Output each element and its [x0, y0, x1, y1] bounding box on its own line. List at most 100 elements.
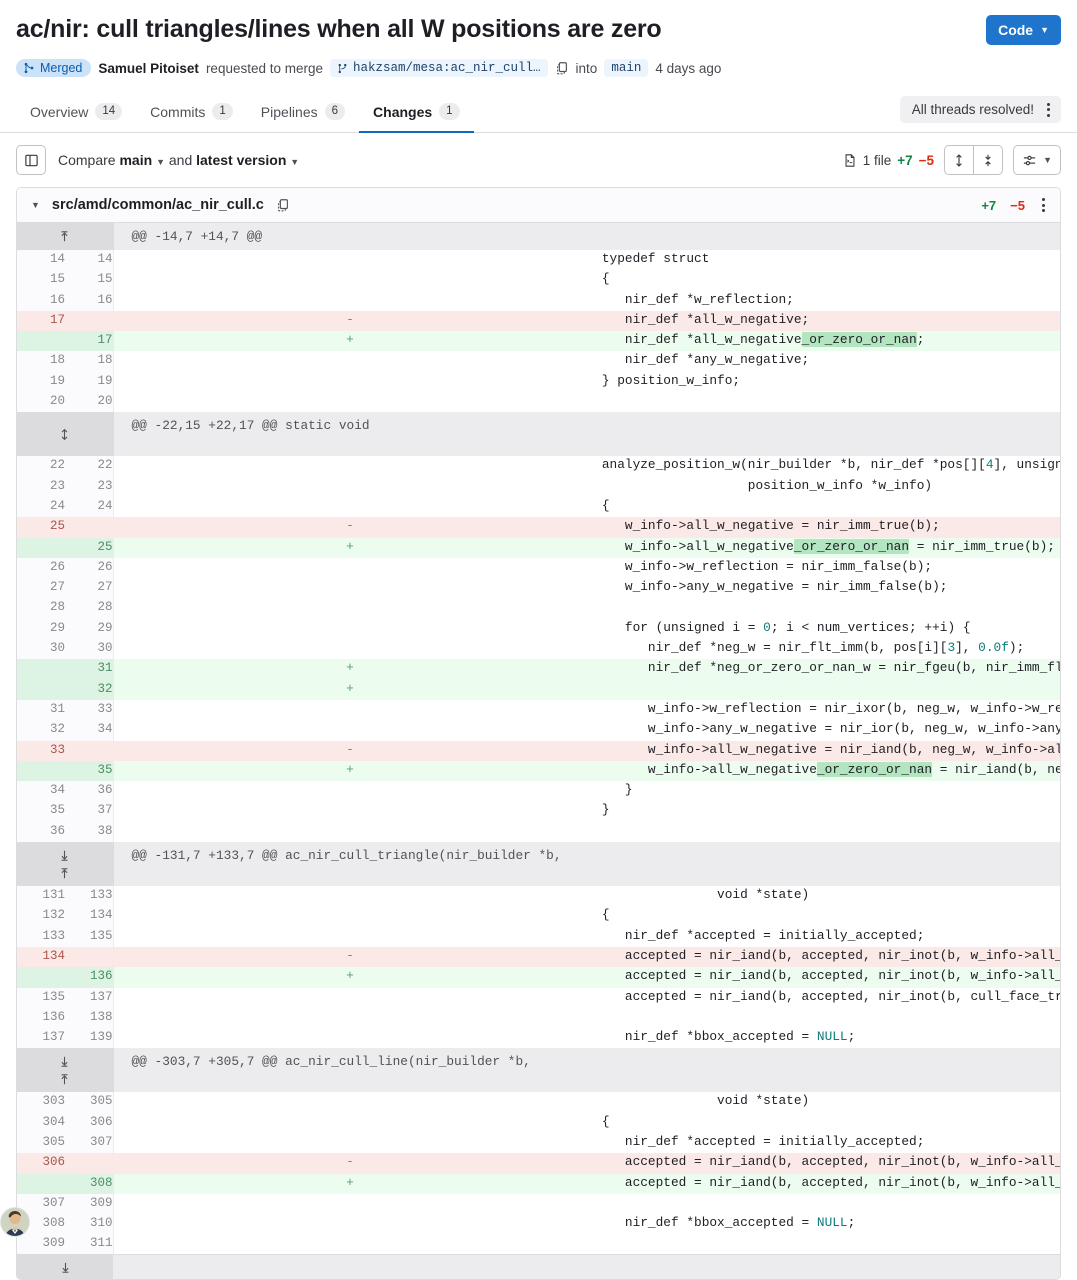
- expand-both-button[interactable]: [53, 425, 77, 443]
- old-line-number[interactable]: [17, 967, 65, 987]
- compare-head-dropdown[interactable]: latest version: [196, 152, 286, 168]
- new-line-number[interactable]: 15: [65, 270, 113, 290]
- new-line-number[interactable]: 306: [65, 1113, 113, 1133]
- diff-code[interactable]: [587, 392, 1061, 412]
- diff-code[interactable]: accepted = nir_iand(b, accepted, nir_ino…: [587, 988, 1061, 1008]
- commenter-avatar-wrap[interactable]: [0, 1207, 30, 1237]
- diff-code[interactable]: {: [587, 906, 1061, 926]
- old-line-number[interactable]: 33: [17, 741, 65, 761]
- new-line-number[interactable]: 24: [65, 497, 113, 517]
- new-line-number[interactable]: 305: [65, 1092, 113, 1112]
- old-line-number[interactable]: 305: [17, 1133, 65, 1153]
- new-line-number[interactable]: 138: [65, 1008, 113, 1028]
- file-more-actions-icon[interactable]: [1039, 198, 1048, 212]
- diff-code[interactable]: analyze_position_w(nir_builder *b, nir_d…: [587, 456, 1061, 476]
- old-line-number[interactable]: 135: [17, 988, 65, 1008]
- diff-code[interactable]: w_info->all_w_negative_or_zero_or_nan = …: [587, 761, 1061, 781]
- diff-code[interactable]: }: [587, 801, 1061, 821]
- chevron-down-icon-file[interactable]: ▼: [31, 200, 40, 210]
- new-line-number[interactable]: 136: [65, 967, 113, 987]
- old-line-number[interactable]: 17: [17, 311, 65, 331]
- diff-code[interactable]: w_info->all_w_negative_or_zero_or_nan = …: [587, 538, 1061, 558]
- chevron-down-icon-head[interactable]: ▼: [290, 157, 299, 167]
- expand-down-button[interactable]: [53, 846, 77, 864]
- old-line-number[interactable]: 34: [17, 781, 65, 801]
- old-line-number[interactable]: 20: [17, 392, 65, 412]
- new-line-number[interactable]: 23: [65, 477, 113, 497]
- target-branch-chip[interactable]: main: [604, 59, 648, 77]
- new-line-number[interactable]: 139: [65, 1028, 113, 1048]
- compare-base-dropdown[interactable]: main: [119, 152, 152, 168]
- tab-overview[interactable]: Overview 14: [16, 93, 136, 133]
- old-line-number[interactable]: 36: [17, 822, 65, 842]
- diff-code[interactable]: w_info->all_w_negative = nir_imm_true(b)…: [587, 517, 1061, 537]
- diff-code[interactable]: w_info->all_w_negative = nir_iand(b, neg…: [587, 741, 1061, 761]
- old-line-number[interactable]: 22: [17, 456, 65, 476]
- expand-all-button[interactable]: [944, 145, 974, 175]
- old-line-number[interactable]: 29: [17, 619, 65, 639]
- diff-code[interactable]: [587, 680, 1061, 700]
- tab-commits[interactable]: Commits 1: [136, 93, 247, 133]
- copy-file-path-icon[interactable]: [276, 198, 290, 212]
- diff-code[interactable]: [587, 822, 1061, 842]
- author-name[interactable]: Samuel Pitoiset: [98, 61, 199, 76]
- diff-code[interactable]: nir_def *neg_or_zero_or_nan_w = nir_fgeu…: [587, 659, 1061, 679]
- new-line-number[interactable]: 134: [65, 906, 113, 926]
- copy-branch-icon[interactable]: [555, 61, 569, 75]
- new-line-number[interactable]: [65, 1153, 113, 1173]
- new-line-number[interactable]: 307: [65, 1133, 113, 1153]
- old-line-number[interactable]: [17, 538, 65, 558]
- new-line-number[interactable]: 28: [65, 598, 113, 618]
- new-line-number[interactable]: 26: [65, 558, 113, 578]
- expand-down-cell[interactable]: [17, 1255, 113, 1280]
- diff-code[interactable]: for (unsigned i = 0; i < num_vertices; +…: [587, 619, 1061, 639]
- diff-code[interactable]: }: [587, 781, 1061, 801]
- diff-code[interactable]: [587, 598, 1061, 618]
- diff-code[interactable]: nir_def *accepted = initially_accepted;: [587, 927, 1061, 947]
- hunk-expand-cell[interactable]: [17, 1048, 113, 1092]
- old-line-number[interactable]: 306: [17, 1153, 65, 1173]
- old-line-number[interactable]: 132: [17, 906, 65, 926]
- expand-down-button[interactable]: [53, 1052, 77, 1070]
- diff-code[interactable]: {: [587, 1113, 1061, 1133]
- new-line-number[interactable]: 18: [65, 351, 113, 371]
- expand-up-button[interactable]: [53, 228, 77, 246]
- old-line-number[interactable]: 32: [17, 720, 65, 740]
- old-line-number[interactable]: [17, 331, 65, 351]
- file-browser-toggle-button[interactable]: [16, 145, 46, 175]
- new-line-number[interactable]: 30: [65, 639, 113, 659]
- diff-code[interactable]: typedef struct: [587, 250, 1061, 270]
- expand-down-button[interactable]: [53, 1258, 77, 1276]
- old-line-number[interactable]: 15: [17, 270, 65, 290]
- old-line-number[interactable]: 134: [17, 947, 65, 967]
- new-line-number[interactable]: 309: [65, 1194, 113, 1214]
- diff-code[interactable]: void *state): [587, 886, 1061, 906]
- diff-code[interactable]: [587, 1008, 1061, 1028]
- new-line-number[interactable]: 32: [65, 680, 113, 700]
- old-line-number[interactable]: 35: [17, 801, 65, 821]
- chevron-down-icon-base[interactable]: ▼: [156, 157, 165, 167]
- expand-up-button[interactable]: [53, 865, 77, 883]
- new-line-number[interactable]: [65, 311, 113, 331]
- new-line-number[interactable]: 33: [65, 700, 113, 720]
- diff-code[interactable]: accepted = nir_iand(b, accepted, nir_ino…: [587, 967, 1061, 987]
- diff-code[interactable]: nir_def *all_w_negative_or_zero_or_nan;: [587, 331, 1061, 351]
- new-line-number[interactable]: 17: [65, 331, 113, 351]
- diff-code[interactable]: nir_def *bbox_accepted = NULL;: [587, 1028, 1061, 1048]
- diff-code[interactable]: } position_w_info;: [587, 372, 1061, 392]
- diff-code[interactable]: w_info->w_reflection = nir_imm_false(b);: [587, 558, 1061, 578]
- diff-code[interactable]: w_info->any_w_negative = nir_ior(b, neg_…: [587, 720, 1061, 740]
- hunk-expand-cell[interactable]: [17, 223, 113, 250]
- new-line-number[interactable]: 19: [65, 372, 113, 392]
- diff-preferences-button[interactable]: ▼: [1013, 145, 1061, 175]
- old-line-number[interactable]: 27: [17, 578, 65, 598]
- diff-code[interactable]: nir_def *any_w_negative;: [587, 351, 1061, 371]
- diff-code[interactable]: nir_def *accepted = initially_accepted;: [587, 1133, 1061, 1153]
- old-line-number[interactable]: 31: [17, 700, 65, 720]
- new-line-number[interactable]: 16: [65, 291, 113, 311]
- old-line-number[interactable]: [17, 1174, 65, 1194]
- new-line-number[interactable]: 311: [65, 1234, 113, 1254]
- new-line-number[interactable]: 14: [65, 250, 113, 270]
- old-line-number[interactable]: [17, 680, 65, 700]
- new-line-number[interactable]: 22: [65, 456, 113, 476]
